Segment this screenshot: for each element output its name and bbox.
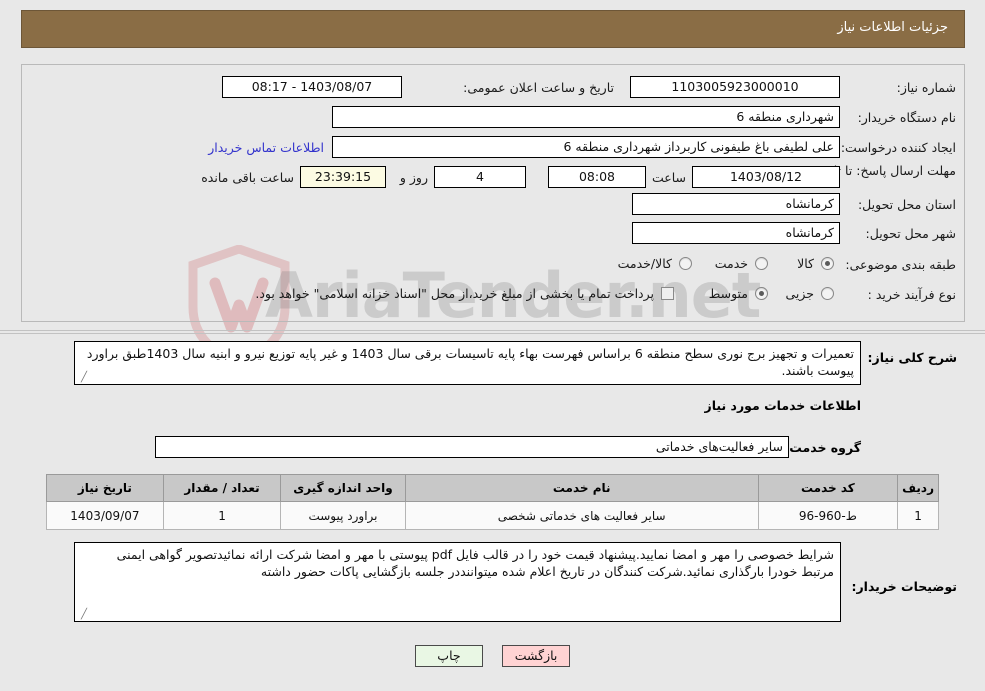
remaining-time-label: ساعت باقی مانده [201, 170, 294, 185]
services-table-wrapper: ردیف کد خدمت نام خدمت واحد اندازه گیری ت… [46, 474, 939, 530]
services-table: ردیف کد خدمت نام خدمت واحد اندازه گیری ت… [46, 474, 939, 530]
page-root: AriaTender.net جزئیات اطلاعات نیاز شماره… [0, 0, 985, 691]
cell-name: سایر فعالیت های خدماتی شخصی [404, 501, 759, 530]
resize-grip-icon[interactable]: ╱ [77, 610, 87, 620]
col-header-date: تاریخ نیاز [46, 474, 164, 502]
buyer-notes-section: توضیحات خریدار: شرایط خصوصی را مهر و امض… [21, 541, 965, 631]
city-value: کرمانشاه [632, 222, 840, 244]
col-header-unit: واحد اندازه گیری [280, 474, 406, 502]
services-section-title: اطلاعات خدمات مورد نیاز [704, 398, 862, 413]
col-header-name: نام خدمت [404, 474, 759, 502]
cell-code: ط-960-96 [757, 501, 899, 530]
category-radio-kala[interactable] [821, 257, 834, 270]
category-radio-kala-khedmat[interactable] [679, 257, 692, 270]
cell-quantity: 1 [162, 501, 282, 530]
category-option-label-2: کالا/خدمت [617, 256, 672, 271]
service-group-label: گروه خدمت: [784, 440, 861, 455]
need-info-panel: شماره نیاز: 1103005923000010 تاریخ و ساع… [21, 64, 965, 322]
table-row: 1 ط-960-96 سایر فعالیت های خدماتی شخصی ب… [46, 501, 939, 530]
page-title: جزئیات اطلاعات نیاز [837, 20, 948, 35]
cell-date: 1403/09/07 [46, 501, 164, 530]
process-type-label: نوع فرآیند خرید : [867, 287, 956, 302]
treasury-bonds-note: پرداخت تمام یا بخشی از مبلغ خرید،از محل … [255, 286, 654, 301]
remaining-days-value: 4 [434, 166, 526, 188]
process-radio-motavaset[interactable] [755, 287, 768, 300]
cell-radif: 1 [897, 501, 939, 530]
deadline-date-value: 1403/08/12 [692, 166, 840, 188]
description-label: شرح کلی نیاز: [867, 350, 957, 365]
back-button[interactable]: بازگشت [502, 645, 571, 667]
city-label: شهر محل تحویل: [865, 226, 956, 241]
description-textarea[interactable]: تعمیرات و تجهیز برج نوری سطح منطقه 6 برا… [74, 341, 861, 385]
countdown-timer: 23:39:15 [300, 166, 386, 188]
buyer-org-value: شهرداری منطقه 6 [332, 106, 840, 128]
buyer-org-label: نام دستگاه خریدار: [857, 110, 956, 125]
deadline-label: مهلت ارسال پاسخ: تا تاریخ: [811, 163, 956, 178]
service-group-row: گروه خدمت: سایر فعالیت‌های خدماتی [21, 432, 965, 466]
requester-label: ایجاد کننده درخواست: [840, 140, 956, 155]
category-option-label-1: خدمت [714, 256, 748, 271]
deadline-time-value: 08:08 [548, 166, 646, 188]
page-header-bar: جزئیات اطلاعات نیاز [21, 10, 965, 48]
process-radio-jozi[interactable] [821, 287, 834, 300]
announce-datetime-value: 1403/08/07 - 08:17 [222, 76, 402, 98]
col-header-code: کد خدمت [757, 474, 899, 502]
col-header-quantity: تعداد / مقدار [162, 474, 282, 502]
category-radio-khedmat[interactable] [755, 257, 768, 270]
section-divider-1 [0, 330, 985, 331]
process-option-label-0: جزیی [785, 286, 814, 301]
buyer-contact-link[interactable]: اطلاعات تماس خریدار [208, 140, 324, 155]
need-number-label: شماره نیاز: [896, 80, 956, 95]
description-section: شرح کلی نیاز: تعمیرات و تجهیز برج نوری س… [21, 332, 965, 432]
category-option-label-0: کالا [797, 256, 814, 271]
province-label: استان محل تحویل: [857, 197, 956, 212]
need-number-value: 1103005923000010 [630, 76, 840, 98]
buyer-notes-textarea[interactable]: شرایط خصوصی را مهر و امضا نمایید.پیشنهاد… [74, 542, 841, 622]
hour-label: ساعت [651, 170, 686, 185]
service-group-value: سایر فعالیت‌های خدماتی [155, 436, 789, 458]
treasury-bonds-checkbox[interactable] [661, 287, 674, 300]
action-buttons-row: بازگشت چاپ [0, 645, 985, 667]
days-label: روز و [399, 170, 428, 185]
print-button[interactable]: چاپ [414, 645, 483, 667]
buyer-notes-label: توضیحات خریدار: [851, 579, 957, 594]
cell-unit: براورد پیوست [280, 501, 406, 530]
province-value: کرمانشاه [632, 193, 840, 215]
announce-datetime-label: تاریخ و ساعت اعلان عمومی: [463, 80, 614, 95]
col-header-radif: ردیف [897, 474, 939, 502]
category-label: طبقه بندی موضوعی: [845, 257, 956, 272]
requester-value: علی لطیفی باغ طیفونی کاربرداز شهرداری من… [332, 136, 840, 158]
resize-grip-icon[interactable]: ╱ [77, 373, 87, 383]
table-header-row: ردیف کد خدمت نام خدمت واحد اندازه گیری ت… [46, 474, 939, 502]
process-option-label-1: متوسط [708, 286, 748, 301]
